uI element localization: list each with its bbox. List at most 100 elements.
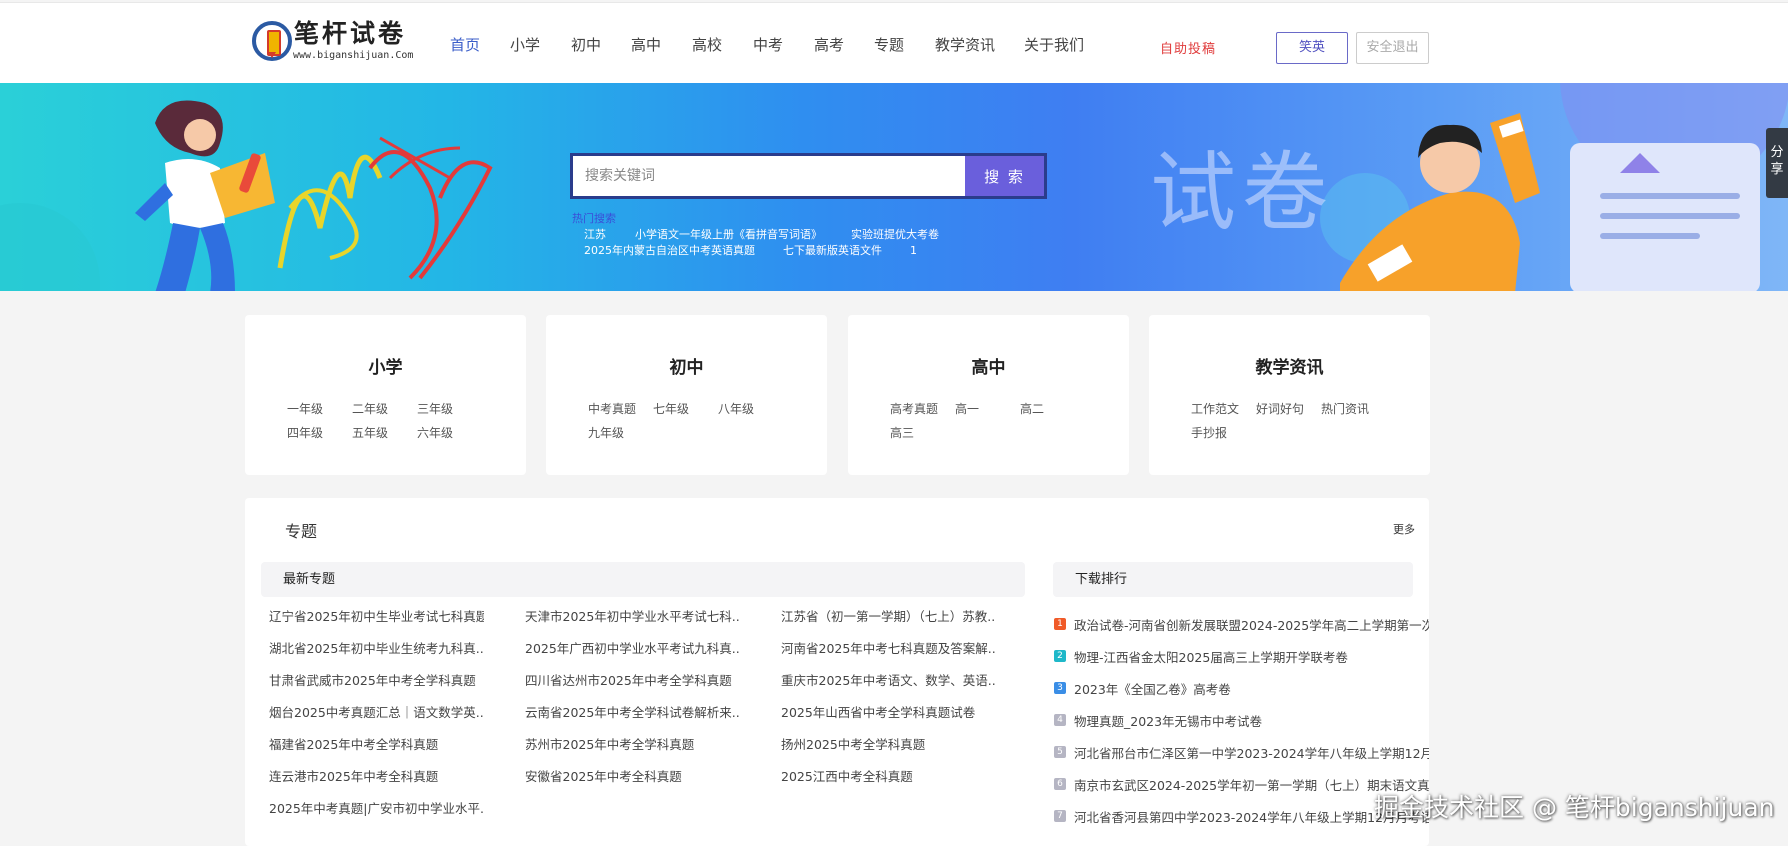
topic-link[interactable]: 福建省2025年中考全学科真题: [269, 734, 484, 766]
topic-link[interactable]: 2025年山西省中考全学科真题试卷: [781, 702, 996, 734]
rank-item[interactable]: 1 政治试卷-河南省创新发展联盟2024-2025学年高二上学期第一次: [1054, 608, 1429, 640]
topic-link[interactable]: 安徽省2025年中考全科真题: [525, 766, 740, 798]
topic-link[interactable]: 2025年广西初中学业水平考试九科真...: [525, 638, 740, 670]
card-link[interactable]: 一年级: [287, 397, 352, 421]
topic-link[interactable]: 四川省达州市2025年中考全学科真题: [525, 670, 740, 702]
card-link[interactable]: 中考真题: [588, 397, 653, 421]
topic-link[interactable]: 烟台2025中考真题汇总｜语文数学英...: [269, 702, 484, 734]
rank-number: 1: [1054, 618, 1066, 630]
logout-button[interactable]: 安全退出: [1356, 32, 1429, 64]
topic-link[interactable]: 扬州2025中考全学科真题: [781, 734, 996, 766]
card-senior: 高中 高考真题 高一 高二 高三: [848, 315, 1129, 475]
rank-title[interactable]: 物理真题_2023年无锡市中考试卷: [1074, 711, 1262, 730]
rank-number: 3: [1054, 682, 1066, 694]
banner-big-text: 试卷: [1150, 143, 1334, 243]
card-link[interactable]: 好词好句: [1256, 397, 1321, 421]
card-title[interactable]: 小学: [245, 353, 526, 378]
hot-link[interactable]: 1: [910, 243, 917, 259]
rank-title[interactable]: 河北省邢台市仁泽区第一中学2023-2024学年八年级上学期12月: [1074, 743, 1429, 762]
nav-item-news[interactable]: 教学资讯: [935, 35, 1024, 55]
rank-item[interactable]: 3 2023年《全国乙卷》高考卷: [1054, 672, 1429, 704]
decor-circle: [0, 203, 100, 291]
topic-link[interactable]: 湖北省2025年初中毕业生统考九科真...: [269, 638, 484, 670]
rank-item[interactable]: 6 南京市玄武区2024-2025学年初一第一学期（七上）期末语文真: [1054, 768, 1429, 800]
topic-link[interactable]: 云南省2025年中考全学科试卷解析来...: [525, 702, 740, 734]
topic-link[interactable]: 苏州市2025年中考全学科真题: [525, 734, 740, 766]
nav-item-senior[interactable]: 高中: [631, 35, 692, 55]
card-link[interactable]: 高考真题: [890, 397, 955, 421]
download-ranking-header: 下载排行: [1053, 562, 1413, 597]
user-button[interactable]: 笑英: [1276, 32, 1348, 64]
rank-item[interactable]: 4 物理真题_2023年无锡市中考试卷: [1054, 704, 1429, 736]
rank-item[interactable]: 5 河北省邢台市仁泽区第一中学2023-2024学年八年级上学期12月: [1054, 736, 1429, 768]
card-link[interactable]: 五年级: [352, 421, 417, 445]
search-box: 搜 索: [570, 153, 1047, 199]
topic-link[interactable]: 重庆市2025年中考语文、数学、英语...: [781, 670, 996, 702]
topic-link[interactable]: 河南省2025年中考七科真题及答案解...: [781, 638, 996, 670]
panel-title: 专题: [285, 522, 318, 541]
card-news: 教学资讯 工作范文 好词好句 热门资讯 手抄报: [1149, 315, 1430, 475]
card-link[interactable]: 二年级: [352, 397, 417, 421]
share-button[interactable]: 分享: [1766, 128, 1788, 198]
nav-item-topics[interactable]: 专题: [874, 35, 935, 55]
hot-link[interactable]: 实验班提优大考卷: [851, 227, 939, 243]
topics-panel: 专题 更多 最新专题 下载排行 辽宁省2025年初中生毕业考试七科真题 天津市2…: [245, 498, 1429, 846]
latest-topics-list: 辽宁省2025年初中生毕业考试七科真题 天津市2025年初中学业水平考试七科..…: [269, 606, 1037, 830]
hot-link[interactable]: 小学语文一年级上册《看拼音写词语》: [635, 227, 851, 243]
hot-search-label: 热门搜索: [572, 212, 616, 225]
card-link[interactable]: 六年级: [417, 421, 482, 445]
topic-link[interactable]: 连云港市2025年中考全科真题: [269, 766, 484, 798]
search-button[interactable]: 搜 索: [965, 156, 1044, 196]
card-link[interactable]: 四年级: [287, 421, 352, 445]
card-link[interactable]: 九年级: [588, 421, 653, 445]
topic-link[interactable]: 2025年中考真题|广安市初中学业水平...: [269, 798, 484, 830]
latest-topics-header: 最新专题: [261, 562, 1025, 597]
logo-text: 笔杆试卷: [294, 19, 407, 48]
topic-link[interactable]: 2025江西中考全科真题: [781, 766, 996, 798]
hot-link[interactable]: 江苏: [584, 227, 635, 243]
logo-url: www.biganshijuan.Com: [293, 50, 414, 61]
rank-number: 2: [1054, 650, 1066, 662]
more-link[interactable]: 更多: [1393, 521, 1415, 537]
card-link[interactable]: 高三: [890, 421, 955, 445]
nav-item-primary[interactable]: 小学: [510, 35, 571, 55]
card-link[interactable]: 高二: [1020, 397, 1085, 421]
topic-link[interactable]: 辽宁省2025年初中生毕业考试七科真题: [269, 606, 484, 638]
nav-item-about[interactable]: 关于我们: [1024, 35, 1094, 55]
card-link[interactable]: 八年级: [718, 397, 783, 421]
card-link[interactable]: 工作范文: [1191, 397, 1256, 421]
topic-link[interactable]: 天津市2025年初中学业水平考试七科...: [525, 606, 740, 638]
nav-item-gaokao[interactable]: 高考: [814, 35, 874, 55]
card-link[interactable]: 七年级: [653, 397, 718, 421]
topic-link[interactable]: 江苏省（初一第一学期）（七上）苏教...: [781, 606, 996, 638]
card-link[interactable]: 手抄报: [1191, 421, 1256, 445]
nav-item-home[interactable]: 首页: [450, 35, 510, 55]
nav-item-college[interactable]: 高校: [692, 35, 753, 55]
card-title[interactable]: 初中: [546, 353, 827, 378]
nav-item-zhongkao[interactable]: 中考: [753, 35, 814, 55]
card-link[interactable]: 高一: [955, 397, 1020, 421]
card-primary: 小学 一年级 二年级 三年级 四年级 五年级 六年级: [245, 315, 526, 475]
topic-link[interactable]: 甘肃省武威市2025年中考全学科真题: [269, 670, 484, 702]
card-link[interactable]: 三年级: [417, 397, 482, 421]
rank-title[interactable]: 政治试卷-河南省创新发展联盟2024-2025学年高二上学期第一次: [1074, 615, 1429, 634]
pencil-logo-icon: [252, 21, 292, 61]
site-logo[interactable]: 笔杆试卷 www.biganshijuan.Com: [250, 19, 415, 67]
rank-number: 5: [1054, 746, 1066, 758]
nav-item-junior[interactable]: 初中: [571, 35, 631, 55]
hot-link[interactable]: 七下最新版英语文件: [783, 243, 910, 259]
rank-number: 6: [1054, 778, 1066, 790]
hot-search-links: 江苏 小学语文一年级上册《看拼音写词语》 实验班提优大考卷 2025年内蒙古自治…: [584, 227, 964, 259]
ribbon-doodle: [277, 136, 493, 280]
main-nav: 首页 小学 初中 高中 高校 中考 高考 专题 教学资讯 关于我们: [450, 35, 1094, 55]
rank-item[interactable]: 7 河北省香河县第四中学2023-2024学年八年级上学期12月月考语: [1054, 800, 1429, 832]
hot-link[interactable]: 2025年内蒙古自治区中考英语真题: [584, 243, 783, 259]
card-link[interactable]: 热门资讯: [1321, 397, 1386, 421]
contribute-link[interactable]: 自助投稿: [1160, 38, 1216, 57]
rank-item[interactable]: 2 物理-江西省金太阳2025届高三上学期开学联考卷: [1054, 640, 1429, 672]
search-input[interactable]: [573, 156, 965, 196]
card-title[interactable]: 高中: [848, 353, 1129, 378]
rank-title[interactable]: 2023年《全国乙卷》高考卷: [1074, 679, 1231, 698]
rank-title[interactable]: 物理-江西省金太阳2025届高三上学期开学联考卷: [1074, 647, 1348, 666]
card-title[interactable]: 教学资讯: [1149, 353, 1430, 378]
